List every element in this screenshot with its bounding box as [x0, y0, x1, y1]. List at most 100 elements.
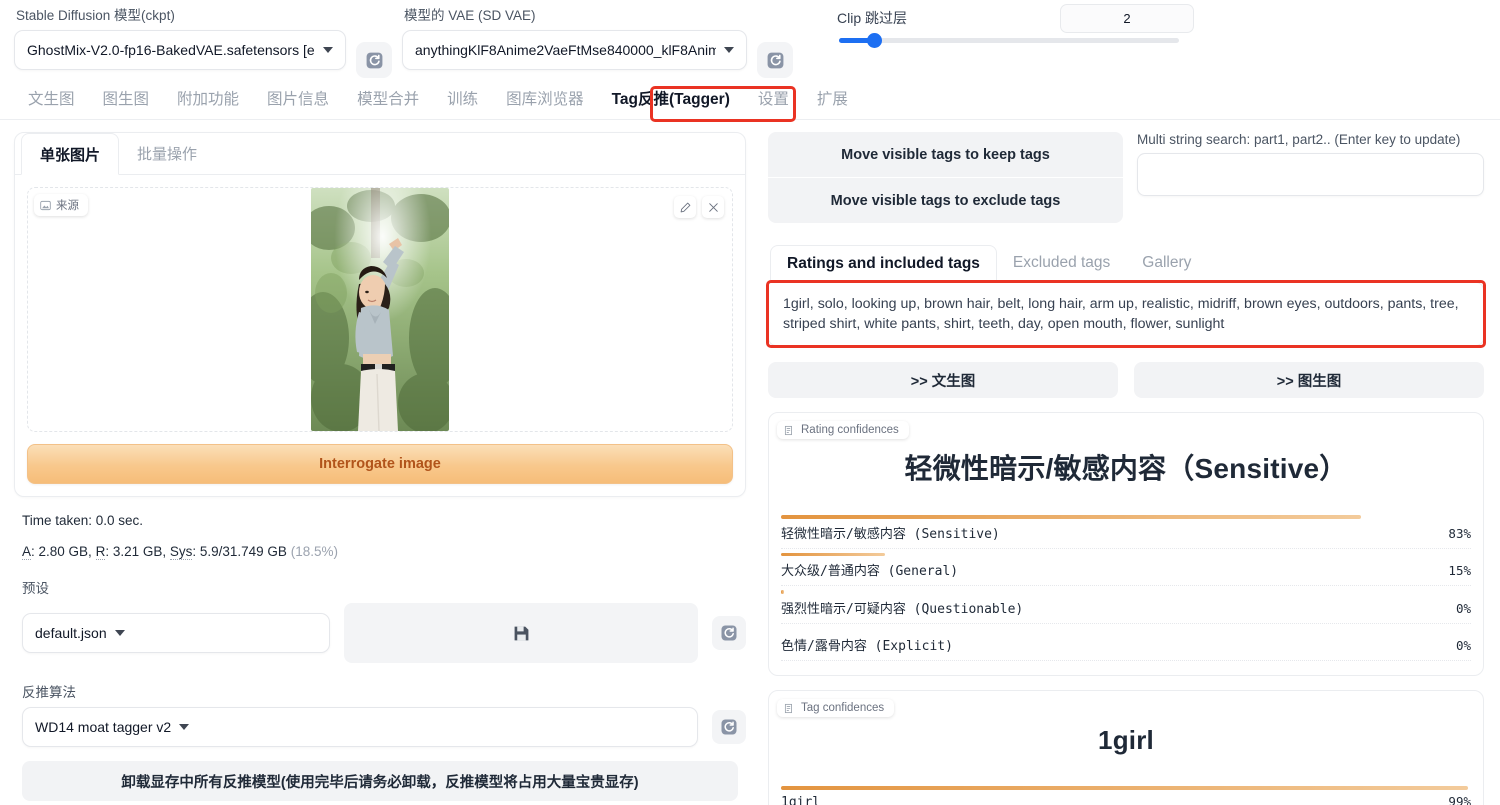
- checkpoint-dropdown[interactable]: GhostMix-V2.0-fp16-BakedVAE.safetensors …: [14, 30, 346, 70]
- tag-confidences-badge-label: Tag confidences: [801, 702, 885, 714]
- pencil-icon: [680, 202, 690, 212]
- refresh-preset-button[interactable]: [712, 616, 746, 650]
- confidence-bar-row: 强烈性暗示/可疑内容 (Questionable) 0%: [781, 594, 1471, 624]
- send-to-img2img-button[interactable]: >> 图生图: [1134, 362, 1484, 398]
- image-icon: [40, 200, 51, 210]
- confidence-bar-value: 0%: [1455, 638, 1471, 653]
- vae-label: 模型的 VAE (SD VAE): [404, 8, 536, 23]
- mem-r-key: R: [95, 544, 106, 560]
- preset-row: default.json: [14, 603, 746, 663]
- tab-tagger[interactable]: Tag反推(Tagger): [598, 83, 744, 119]
- tab-checkpoint-merger[interactable]: 模型合并: [343, 83, 433, 119]
- right-tabs: Ratings and included tags Excluded tags …: [768, 245, 1484, 283]
- uploaded-image-preview[interactable]: [311, 188, 449, 431]
- tagger-app-window: Stable Diffusion 模型(ckpt) GhostMix-V2.0-…: [0, 0, 1500, 805]
- vae-field-group: 模型的 VAE (SD VAE) anythingKlF8Anime2VaeFt…: [402, 8, 747, 70]
- unload-all-interrogators-button[interactable]: 卸载显存中所有反推模型(使用完毕后请务必卸载，反推模型将占用大量宝贵显存): [22, 761, 738, 801]
- confidence-bar-item: 1girl 99%: [781, 786, 1471, 805]
- tag-confidences-badge: Tag confidences: [777, 699, 895, 717]
- mem-sys-value: : 5.9/31.749 GB: [192, 544, 291, 559]
- confidence-bar-label: 强烈性暗示/可疑内容 (Questionable): [781, 601, 1024, 617]
- confidence-bar-label: 1girl: [781, 794, 821, 805]
- tab-gallery[interactable]: Gallery: [1126, 245, 1207, 282]
- mem-percent: (18.5%): [290, 544, 338, 559]
- tab-extras[interactable]: 附加功能: [163, 83, 253, 119]
- label-icon: [784, 703, 792, 713]
- confidence-bar-item: 轻微性暗示/敏感内容 (Sensitive) 83%: [781, 515, 1471, 549]
- confidence-bar-row: 大众级/普通内容 (General) 15%: [781, 556, 1471, 586]
- mem-a-key: A: [22, 544, 32, 560]
- checkpoint-label: Stable Diffusion 模型(ckpt): [16, 8, 175, 23]
- checkpoint-field-group: Stable Diffusion 模型(ckpt) GhostMix-V2.0-…: [14, 8, 346, 70]
- main-tabbar: 文生图 图生图 附加功能 图片信息 模型合并 训练 图库浏览器 Tag反推(Ta…: [0, 80, 1500, 122]
- chevron-down-icon: [114, 630, 125, 636]
- confidence-bar-item: 色情/露骨内容 (Explicit) 0%: [781, 628, 1471, 661]
- tab-image-browser[interactable]: 图库浏览器: [492, 83, 598, 119]
- clip-skip-number-input[interactable]: 2: [1060, 4, 1194, 33]
- photo-thumbnail: [311, 188, 449, 431]
- multi-string-search-input[interactable]: [1137, 153, 1484, 196]
- refresh-checkpoints-button[interactable]: [356, 42, 392, 78]
- send-to-txt2img-button[interactable]: >> 文生图: [768, 362, 1118, 398]
- tab-excluded-tags[interactable]: Excluded tags: [997, 245, 1126, 282]
- send-to-buttons: >> 文生图 >> 图生图: [768, 362, 1484, 398]
- tab-train[interactable]: 训练: [433, 83, 492, 119]
- preset-label: 预设: [22, 581, 49, 596]
- image-drop-area[interactable]: 来源: [27, 187, 733, 432]
- remove-image-button[interactable]: [702, 196, 724, 218]
- tab-img2img[interactable]: 图生图: [89, 83, 164, 119]
- right-top-row: Move visible tags to keep tags Move visi…: [768, 132, 1484, 223]
- tags-output-textarea[interactable]: 1girl, solo, looking up, brown hair, bel…: [768, 282, 1484, 346]
- close-icon: [708, 202, 718, 212]
- preset-dropdown[interactable]: default.json: [22, 613, 330, 653]
- refresh-vae-button[interactable]: [757, 42, 793, 78]
- memory-usage-text: A: 2.80 GB, R: 3.21 GB, Sys: 5.9/31.749 …: [22, 544, 746, 560]
- tab-extensions[interactable]: 扩展: [803, 83, 862, 119]
- confidence-bar-label: 色情/露骨内容 (Explicit): [781, 639, 953, 654]
- floppy-disk-icon: [514, 626, 528, 640]
- interrogator-row: WD14 moat tagger v2: [14, 707, 746, 747]
- edit-image-button[interactable]: [674, 196, 696, 218]
- refresh-interrogator-button[interactable]: [712, 710, 746, 744]
- confidence-bar-value: 83%: [1448, 525, 1471, 541]
- move-to-exclude-tags-button[interactable]: Move visible tags to exclude tags: [768, 178, 1123, 223]
- confidence-bar-value: 15%: [1448, 563, 1471, 578]
- interrogate-image-button[interactable]: Interrogate image: [27, 444, 733, 484]
- subtab-single-image[interactable]: 单张图片: [21, 133, 120, 175]
- confidence-bar-item: 大众级/普通内容 (General) 15%: [781, 552, 1471, 586]
- confidence-bar-value: 99%: [1448, 793, 1471, 805]
- interrogator-dropdown[interactable]: WD14 moat tagger v2: [22, 707, 698, 747]
- top-toolbar: Stable Diffusion 模型(ckpt) GhostMix-V2.0-…: [0, 0, 1500, 80]
- refresh-icon: [721, 625, 737, 641]
- time-taken-text: Time taken: 0.0 sec.: [22, 513, 144, 528]
- image-source-label: 来源: [56, 200, 79, 212]
- chevron-down-icon: [724, 47, 734, 53]
- tab-settings[interactable]: 设置: [744, 83, 803, 119]
- subtab-batch-from-directory[interactable]: 批量操作: [119, 133, 215, 174]
- preset-value: default.json: [35, 625, 107, 641]
- confidence-bar-row: 轻微性暗示/敏感内容 (Sensitive) 83%: [781, 519, 1471, 549]
- vae-value: anythingKlF8Anime2VaeFtMse840000_klF8Ani…: [415, 42, 716, 58]
- clip-skip-slider-handle[interactable]: [867, 33, 883, 48]
- clip-skip-slider[interactable]: [839, 33, 1179, 48]
- interrogator-value: WD14 moat tagger v2: [35, 719, 172, 735]
- tab-png-info[interactable]: 图片信息: [253, 83, 343, 119]
- tab-txt2img[interactable]: 文生图: [14, 83, 89, 119]
- interrogator-label: 反推算法: [22, 685, 76, 700]
- move-tags-buttons: Move visible tags to keep tags Move visi…: [768, 132, 1123, 223]
- main-content: 单张图片 批量操作 来源 Interrogate image Time take…: [0, 120, 1500, 805]
- vae-dropdown[interactable]: anythingKlF8Anime2VaeFtMse840000_klF8Ani…: [402, 30, 747, 70]
- save-preset-button[interactable]: [344, 603, 698, 663]
- mem-r-value: : 3.21 GB,: [105, 544, 170, 559]
- right-panel: Move visible tags to keep tags Move visi…: [760, 120, 1500, 805]
- rating-confidences-badge: Rating confidences: [777, 421, 909, 439]
- confidence-bar-label: 大众级/普通内容 (General): [781, 564, 959, 579]
- tab-ratings-and-included-tags[interactable]: Ratings and included tags: [770, 245, 997, 283]
- clip-skip-label: Clip 跳过层: [837, 10, 908, 26]
- mem-a-value: : 2.80 GB,: [31, 544, 96, 559]
- clip-skip-group: Clip 跳过层 2: [837, 4, 1194, 48]
- tag-confidences-bars: 1girl 99% solo 94%: [781, 786, 1471, 805]
- move-to-keep-tags-button[interactable]: Move visible tags to keep tags: [768, 132, 1123, 177]
- checkpoint-value: GhostMix-V2.0-fp16-BakedVAE.safetensors …: [27, 42, 315, 58]
- rating-confidences-panel: Rating confidences 轻微性暗示/敏感内容（Sensitive）…: [768, 412, 1484, 676]
